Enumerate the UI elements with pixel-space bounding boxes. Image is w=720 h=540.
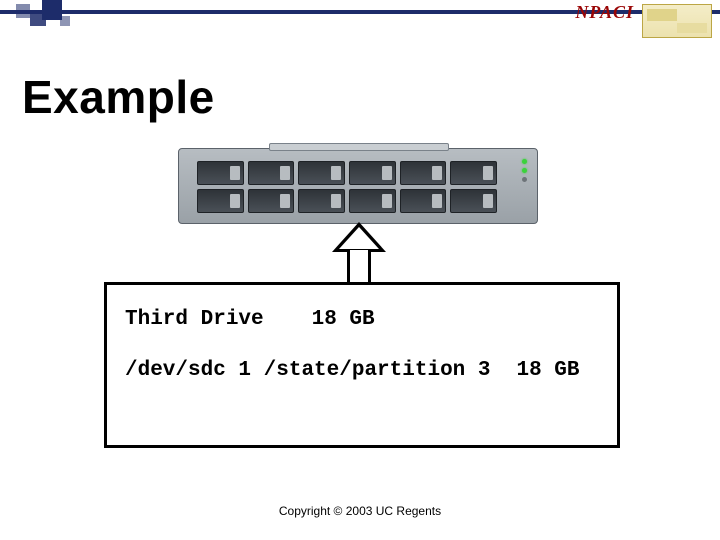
slide: NPACI Example Third Drive 18 GB /dev/sdc … [0, 0, 720, 540]
info-box: Third Drive 18 GB /dev/sdc 1 /state/parti… [104, 282, 620, 448]
npaci-logo: NPACI [575, 2, 634, 23]
drive-label: Third Drive [125, 308, 264, 331]
copyright: Copyright © 2003 UC Regents [0, 504, 720, 518]
drive-row: Third Drive 18 GB [125, 307, 599, 332]
partition-row: /dev/sdc 1 /state/partition 3 18 GB [125, 358, 599, 383]
partition-device: /dev/sdc 1 [125, 359, 251, 382]
partition-size: 18 GB [516, 359, 579, 382]
server-image [178, 148, 538, 224]
arrow-up-icon [344, 222, 374, 284]
drive-size: 18 GB [312, 308, 375, 331]
partition-mount: /state/partition 3 [264, 359, 491, 382]
slide-title: Example [22, 70, 215, 124]
secondary-logo [642, 4, 712, 38]
